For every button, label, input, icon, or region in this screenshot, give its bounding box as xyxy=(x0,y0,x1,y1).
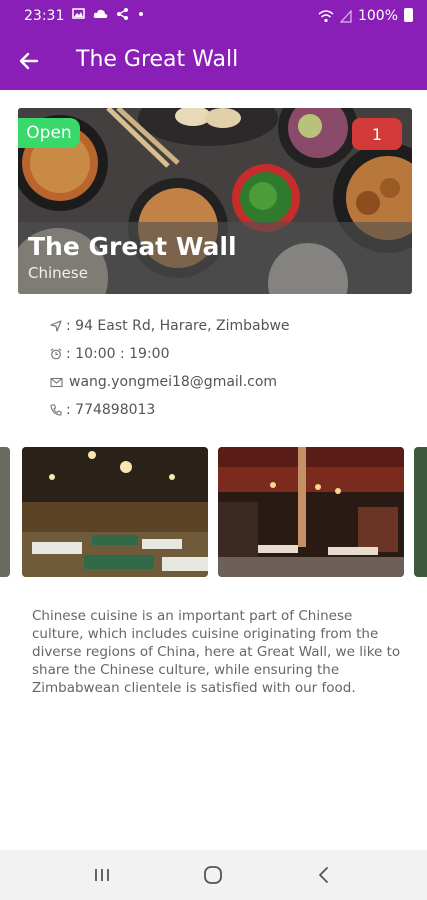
phone-row[interactable]: : 774898013 xyxy=(48,396,290,424)
back-icon xyxy=(319,867,328,883)
gallery-image-partial-left[interactable] xyxy=(0,447,10,577)
gallery-image[interactable] xyxy=(218,447,404,577)
nav-back-button[interactable] xyxy=(304,860,344,890)
cloud-icon xyxy=(93,9,108,18)
gallery-image[interactable] xyxy=(22,447,208,577)
gallery-image-partial-right[interactable] xyxy=(414,447,427,577)
address-row[interactable]: : 94 East Rd, Harare, Zimbabwe xyxy=(48,312,290,340)
cuisine-label: Chinese xyxy=(28,264,88,282)
image-icon xyxy=(72,8,85,19)
restaurant-hero-card[interactable]: Open 1 The Great Wall Chinese xyxy=(18,108,412,294)
status-bar: 23:31 100% xyxy=(0,0,427,32)
battery-percent: 100% xyxy=(357,8,398,24)
wifi-icon xyxy=(318,9,334,22)
restaurant-interior-photo-1 xyxy=(22,447,208,577)
restaurant-interior-photo-2 xyxy=(218,447,404,577)
count-badge[interactable]: 1 xyxy=(352,118,402,150)
share-icon xyxy=(117,8,128,20)
arrow-left-icon xyxy=(19,52,39,70)
restaurant-description: Chinese cuisine is an important part of … xyxy=(32,608,401,696)
address-text: : 94 East Rd, Harare, Zimbabwe xyxy=(66,318,290,334)
photo-gallery[interactable] xyxy=(0,447,427,577)
page-title: The Great Wall xyxy=(76,47,239,72)
signal-icon xyxy=(339,9,352,23)
alarm-clock-icon xyxy=(48,348,64,360)
status-time: 23:31 xyxy=(24,8,65,24)
hours-row: : 10:00 : 19:00 xyxy=(48,340,290,368)
back-button[interactable] xyxy=(10,42,48,80)
email-row[interactable]: wang.yongmei18@gmail.com xyxy=(48,368,290,396)
phone-text: : 774898013 xyxy=(66,402,156,418)
recent-apps-icon xyxy=(95,869,109,881)
app-bar: The Great Wall xyxy=(0,32,427,90)
hours-text: : 10:00 : 19:00 xyxy=(66,346,170,362)
email-text: wang.yongmei18@gmail.com xyxy=(69,374,278,390)
battery-icon xyxy=(404,8,413,22)
dot-icon xyxy=(139,12,143,16)
phone-icon xyxy=(48,404,64,416)
restaurant-name: The Great Wall xyxy=(28,232,237,261)
home-button[interactable] xyxy=(193,860,233,890)
status-badge: Open xyxy=(18,118,80,148)
system-nav-bar xyxy=(0,850,427,900)
restaurant-info: : 94 East Rd, Harare, Zimbabwe : 10:00 :… xyxy=(48,312,290,424)
envelope-icon xyxy=(48,377,64,388)
navigation-icon xyxy=(48,320,64,332)
home-icon xyxy=(204,866,222,884)
recent-apps-button[interactable] xyxy=(82,860,122,890)
